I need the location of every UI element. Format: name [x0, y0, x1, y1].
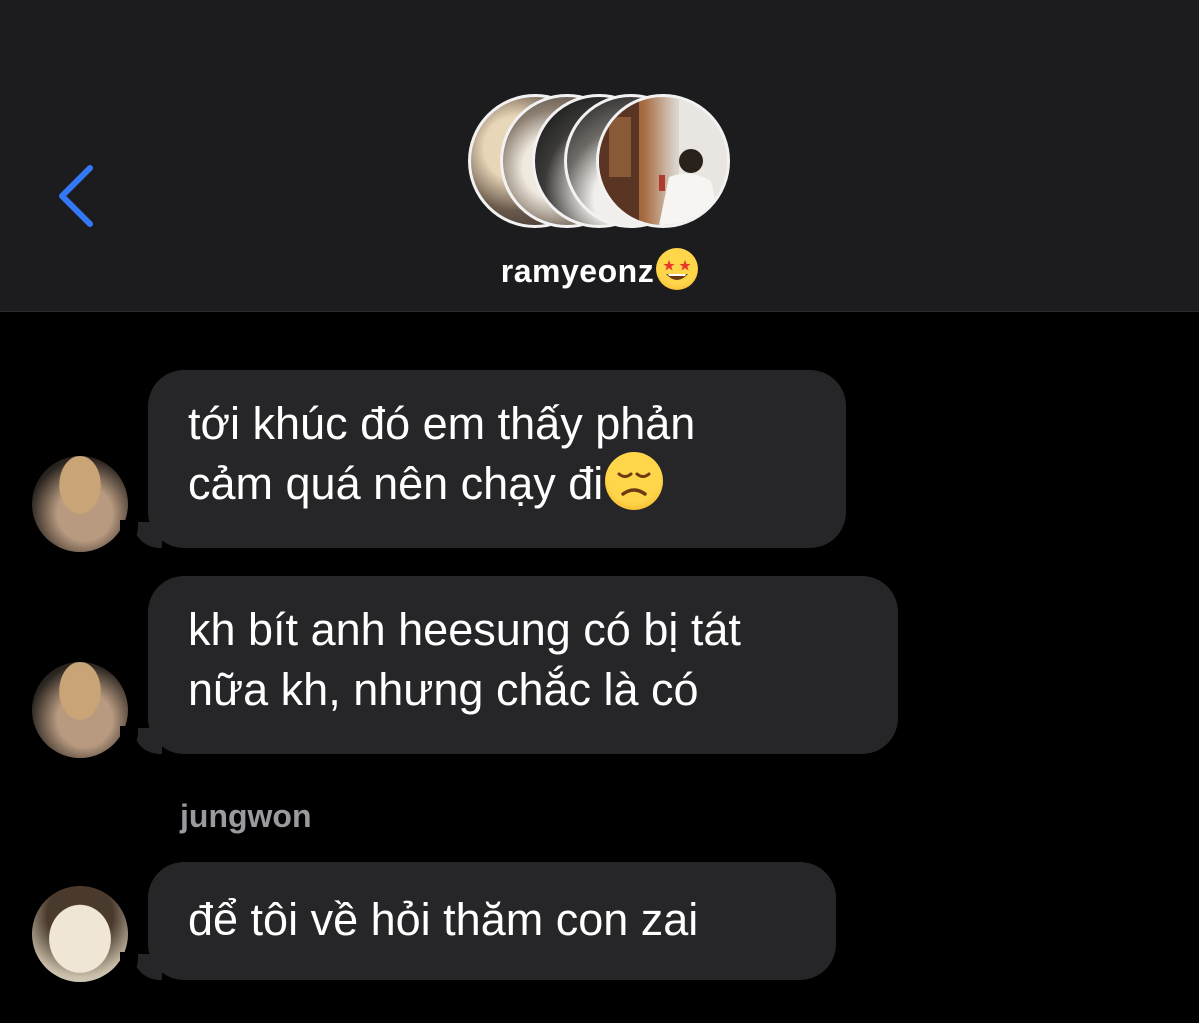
conversation-name: ramyeonz — [500, 253, 655, 289]
sender-name: jungwon — [180, 798, 312, 834]
message-bubble[interactable]: kh bít anh heesung có bị tát nữa kh, như… — [148, 576, 898, 754]
message-text-line: kh bít anh heesung có bị tát — [188, 604, 741, 655]
message-bubble[interactable]: tới khúc đó em thấy phản cảm quá nên chạ… — [148, 370, 846, 548]
sender-avatar[interactable] — [32, 456, 128, 552]
message-text-line: để tôi về hỏi thăm con zai — [188, 894, 699, 945]
message-row: kh bít anh heesung có bị tát nữa kh, như… — [0, 576, 1199, 758]
disappointed-face-emoji-icon — [605, 452, 664, 511]
message-row: để tôi về hỏi thăm con zai — [0, 862, 1199, 982]
chevron-left-icon — [59, 165, 93, 227]
message-text-line: nữa kh, nhưng chắc là có — [188, 664, 699, 715]
message-text-line: cảm quá nên chạy đi — [188, 458, 604, 509]
group-member-avatar — [596, 94, 730, 228]
conversation-title[interactable]: ramyeonz — [0, 247, 1199, 290]
star-struck-emoji-icon — [656, 247, 699, 290]
chat-header: ramyeonz — [0, 0, 1199, 312]
sender-avatar[interactable] — [32, 886, 128, 982]
sender-avatar[interactable] — [32, 662, 128, 758]
photo-graphic — [599, 97, 727, 225]
message-text-line: tới khúc đó em thấy phản — [188, 398, 696, 449]
message-bubble[interactable]: để tôi về hỏi thăm con zai — [148, 862, 836, 980]
group-avatar-stack[interactable] — [468, 94, 732, 230]
back-button[interactable] — [50, 160, 110, 230]
message-row: tới khúc đó em thấy phản cảm quá nên chạ… — [0, 370, 1199, 552]
